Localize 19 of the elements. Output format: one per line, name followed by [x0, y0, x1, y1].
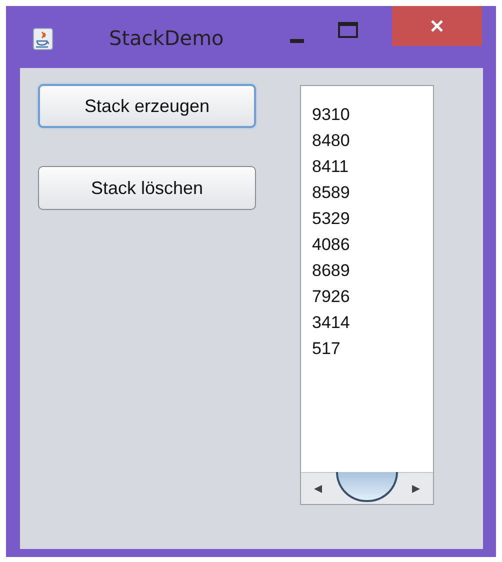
cup-icon	[33, 28, 53, 50]
list-item[interactable]: 9310	[312, 102, 433, 128]
list-item[interactable]: 8689	[312, 258, 433, 284]
list-item[interactable]: 3414	[312, 310, 433, 336]
close-icon	[430, 19, 444, 33]
window-title: StackDemo	[109, 26, 224, 50]
list-item[interactable]: 5329	[312, 206, 433, 232]
right-arrow-icon[interactable]	[411, 484, 421, 494]
horizontal-scrollbar[interactable]	[301, 472, 433, 504]
stack-button[interactable]: Stack löschen	[38, 166, 256, 210]
maximize-icon[interactable]	[338, 22, 358, 38]
stack-button[interactable]: Stack erzeugen	[38, 84, 256, 128]
list-item[interactable]: 517	[312, 336, 433, 362]
list-item[interactable]: 8411	[312, 154, 433, 180]
list-item[interactable]: 8589	[312, 180, 433, 206]
list-item[interactable]: 4086	[312, 232, 433, 258]
list-item[interactable]: 8480	[312, 128, 433, 154]
left-arrow-icon[interactable]	[313, 484, 323, 494]
list-item[interactable]: 7926	[312, 284, 433, 310]
